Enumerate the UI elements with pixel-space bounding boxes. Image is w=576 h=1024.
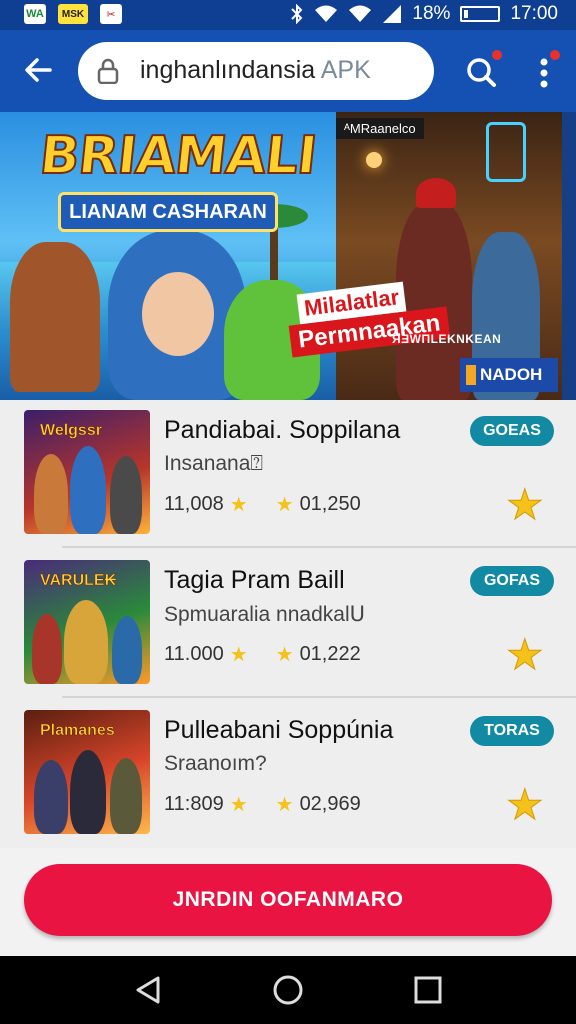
primary-action-button[interactable]: JNRDIN OOFANMARO <box>24 864 552 936</box>
search-bar[interactable]: inghanlındansia APK <box>78 42 434 100</box>
thumbnail-title: Welgssr <box>40 422 102 440</box>
app-stats: 11,008 ★ ★ 01,250 <box>164 492 361 517</box>
app-thumbnail: Welgssr <box>24 410 150 534</box>
system-navigation-bar <box>0 956 576 1024</box>
character-soldier-cap <box>416 178 456 208</box>
status-bar: WA MSK ✂ 18% 17:00 <box>0 0 576 30</box>
banner-edge <box>562 112 576 400</box>
stat-downloads: 01,250 <box>299 493 361 515</box>
stat-rating-count: 11,008 <box>164 493 224 515</box>
notification-icons: WA MSK ✂ <box>24 4 122 24</box>
banner-artwork-right <box>336 112 562 400</box>
app-notification-icon: MSK <box>58 4 88 24</box>
app-title: Tagia Pram Baill <box>164 566 345 594</box>
category-tag[interactable]: GOEAS <box>470 416 554 446</box>
list-item[interactable]: Plamanes Pulleabani Soppúnia Sraanoım? 1… <box>0 700 576 848</box>
favorite-star-icon[interactable]: ★ <box>506 783 545 826</box>
app-subtitle: Spmuaralia nnadkalᑌ <box>164 603 365 626</box>
thumbnail-character <box>64 600 108 684</box>
character-warrior <box>10 242 100 392</box>
banner-brand-badge: NADOH <box>460 358 558 392</box>
wifi-icon-2 <box>349 5 372 22</box>
battery-percent: 18% <box>412 3 451 24</box>
category-tag[interactable]: GOFAS <box>470 566 554 596</box>
thumbnail-character <box>110 456 142 534</box>
app-title: Pandiabai. Soppilana <box>164 416 401 444</box>
app-thumbnail: VARULE₭ <box>24 560 150 684</box>
banner-tag: ᴬMRaanelco <box>336 118 424 139</box>
star-icon: ★ <box>229 494 248 516</box>
search-query-text: inghanlındansia <box>140 56 316 84</box>
category-tag[interactable]: TORAS <box>470 716 554 746</box>
star-icon: ★ <box>275 794 294 816</box>
stat-rating-count: 11.000 <box>164 643 224 665</box>
search-badge-dot <box>490 48 504 62</box>
app-subtitle: Sraanoım? <box>164 752 267 775</box>
app-thumbnail: Plamanes <box>24 710 150 834</box>
system-status: 18% 17:00 <box>290 3 558 25</box>
star-icon: ★ <box>229 794 248 816</box>
thumbnail-character <box>110 758 142 834</box>
star-icon: ★ <box>229 644 248 666</box>
bluetooth-icon <box>291 4 303 24</box>
thumbnail-character <box>70 446 106 534</box>
tools-notification-icon: ✂ <box>100 4 122 24</box>
bottom-action-area: JNRDIN OOFANMARO <box>0 848 576 956</box>
nav-recents-icon[interactable] <box>410 972 446 1008</box>
thumbnail-character <box>34 760 68 834</box>
back-arrow-icon[interactable] <box>20 52 56 88</box>
nav-back-icon[interactable] <box>130 972 166 1008</box>
thumbnail-character <box>112 616 142 684</box>
app-stats: 11:809 ★ ★ 02,969 <box>164 792 361 817</box>
star-icon: ★ <box>275 644 294 666</box>
battery-icon <box>460 6 501 22</box>
app-list: Welgssr Pandiabai. Soppilana Insanana⍰ 1… <box>0 400 576 848</box>
search-suffix: APK <box>320 56 371 84</box>
banner-game-subtitle: LIANAM CASHARAN <box>58 192 278 232</box>
thumbnail-character <box>34 454 68 534</box>
divider <box>62 546 576 548</box>
lock-icon <box>97 58 119 84</box>
wifi-icon <box>315 5 338 22</box>
thumbnail-character <box>70 750 106 834</box>
divider <box>62 696 576 698</box>
stat-downloads: 02,969 <box>299 793 361 815</box>
thumbnail-title: VARULE₭ <box>40 572 117 590</box>
app-bar: inghanlındansia APK <box>0 30 576 112</box>
stat-downloads: 01,222 <box>299 643 361 665</box>
banner-caption: ЯƎWΠLEKNKEAN <box>392 332 502 346</box>
nav-home-icon[interactable] <box>270 972 306 1008</box>
search-query[interactable]: inghanlındansia APK <box>140 56 371 85</box>
app-subtitle: Insanana⍰ <box>164 452 264 475</box>
app-title: Pulleabani Soppúnia <box>164 716 394 744</box>
list-item[interactable]: VARULE₭ Tagia Pram Baill Spmuaralia nnad… <box>0 550 576 698</box>
whatsapp-notification-icon: WA <box>24 4 46 24</box>
menu-badge-dot <box>548 48 562 62</box>
thumbnail-title: Plamanes <box>40 722 115 740</box>
brand-name: NADOH <box>480 365 543 384</box>
banner-game-title: BRIAMALI <box>36 125 320 187</box>
favorite-star-icon[interactable]: ★ <box>506 483 545 526</box>
promo-banner[interactable]: BRIAMALI LIANAM CASHARAN ᴬMRaanelco Mila… <box>0 112 576 400</box>
brand-logo-icon <box>466 365 476 385</box>
favorite-star-icon[interactable]: ★ <box>506 633 545 676</box>
star-icon: ★ <box>275 494 294 516</box>
character-hero-face <box>142 272 214 356</box>
list-item[interactable]: Welgssr Pandiabai. Soppilana Insanana⍰ 1… <box>0 400 576 548</box>
stat-rating-count: 11:809 <box>164 793 224 815</box>
thumbnail-character <box>32 614 62 684</box>
signal-icon <box>383 5 402 23</box>
app-stats: 11.000 ★ ★ 01,222 <box>164 642 361 667</box>
clock: 17:00 <box>510 3 558 24</box>
